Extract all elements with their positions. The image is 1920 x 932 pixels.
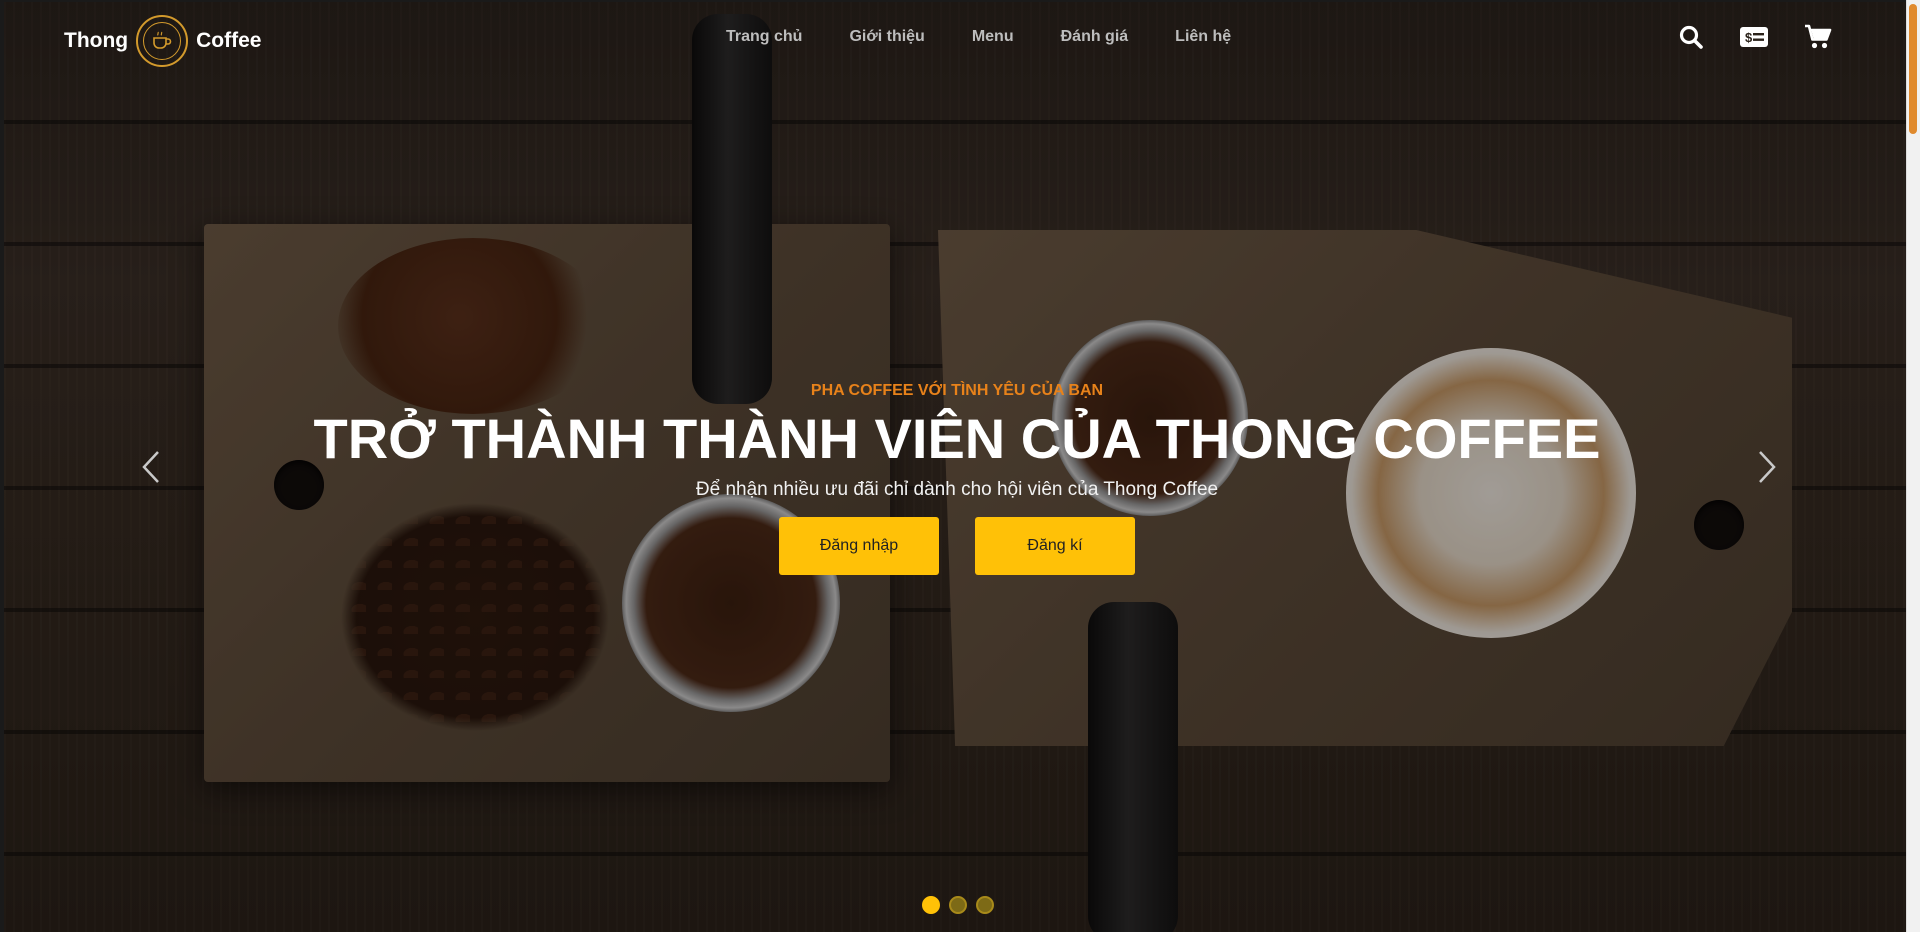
brand-name-right: Coffee bbox=[196, 29, 262, 52]
hero-cta-group: Đăng nhập Đăng kí bbox=[4, 517, 1906, 575]
nav-item-menu[interactable]: Menu bbox=[972, 28, 1014, 46]
hero-content: PHA COFFEE VỚI TÌNH YÊU CỦA BẠN TRỞ THÀN… bbox=[4, 382, 1906, 575]
register-button[interactable]: Đăng kí bbox=[975, 517, 1135, 575]
svg-text:$: $ bbox=[1745, 30, 1753, 45]
logo-emblem bbox=[136, 15, 189, 67]
nav-item-about[interactable]: Giới thiệu bbox=[849, 28, 924, 46]
cart-button[interactable] bbox=[1804, 24, 1832, 50]
hero-subtitle: Để nhận nhiều ưu đãi chỉ dành cho hội vi… bbox=[695, 479, 1219, 500]
scrollbar-thumb[interactable] bbox=[1909, 4, 1917, 134]
carousel-indicators bbox=[922, 896, 994, 914]
money-bill-icon: $ bbox=[1740, 27, 1768, 47]
cart-icon bbox=[1805, 24, 1832, 49]
search-icon bbox=[1679, 25, 1703, 49]
login-button[interactable]: Đăng nhập bbox=[779, 517, 939, 575]
brand-name-left: Thong bbox=[64, 29, 129, 52]
hero-eyebrow: PHA COFFEE VỚI TÌNH YÊU CỦA BẠN bbox=[810, 382, 1104, 399]
hero-carousel: PHA COFFEE VỚI TÌNH YÊU CỦA BẠN TRỞ THÀN… bbox=[4, 2, 1906, 932]
carousel-dot[interactable] bbox=[976, 896, 994, 914]
main-nav: Trang chủ Giới thiệu Menu Đánh giá Liên … bbox=[726, 28, 1231, 46]
hero-headline: TRỞ THÀNH THÀNH VIÊN CỦA THONG COFFEE bbox=[313, 407, 1601, 470]
nav-item-home[interactable]: Trang chủ bbox=[726, 28, 802, 46]
nav-item-contact[interactable]: Liên hệ bbox=[1175, 28, 1231, 46]
coffee-cup-icon bbox=[153, 31, 172, 49]
payment-button[interactable]: $ bbox=[1740, 27, 1768, 47]
header-actions: $ bbox=[1678, 24, 1832, 50]
site-header: Thong Coffee Trang chủ Giới thiệu Menu Đ… bbox=[0, 0, 1906, 84]
nav-item-reviews[interactable]: Đánh giá bbox=[1061, 28, 1129, 46]
carousel-dot[interactable] bbox=[949, 896, 967, 914]
carousel-dot[interactable] bbox=[922, 896, 940, 914]
brand-logo-link[interactable]: Thong Coffee bbox=[64, 15, 261, 67]
page-scrollbar[interactable] bbox=[1906, 0, 1920, 932]
search-button[interactable] bbox=[1678, 24, 1704, 50]
browser-viewport: PHA COFFEE VỚI TÌNH YÊU CỦA BẠN TRỞ THÀN… bbox=[0, 0, 1920, 932]
